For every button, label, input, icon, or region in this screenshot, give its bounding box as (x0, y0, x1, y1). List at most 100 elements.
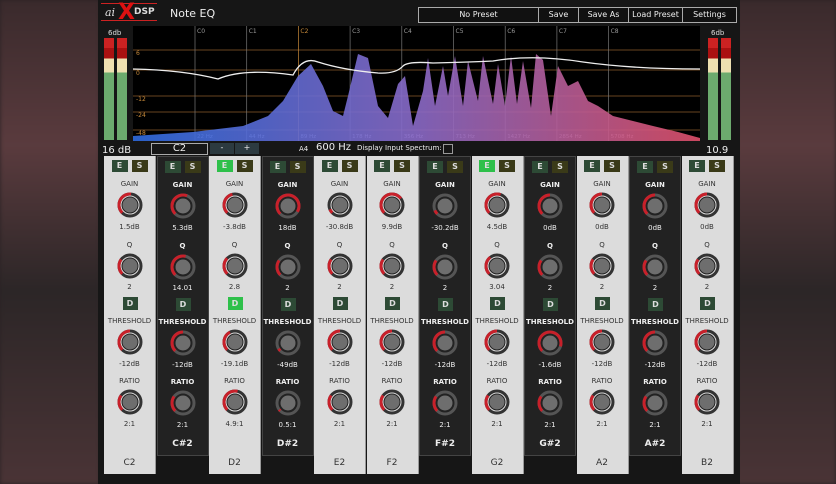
threshold-knob[interactable] (379, 329, 405, 355)
spectrum-display[interactable]: 60-12-24-48C022 HzC144 HzC289 HzC3178 Hz… (133, 26, 700, 141)
q-knob[interactable] (537, 254, 563, 280)
enable-button[interactable]: E (637, 161, 653, 173)
solo-button[interactable]: S (604, 160, 620, 172)
plugin-title: Note EQ (170, 7, 216, 20)
q-knob[interactable] (694, 253, 720, 279)
ratio-knob[interactable] (432, 390, 458, 416)
threshold-knob[interactable] (484, 329, 510, 355)
enable-button[interactable]: E (164, 161, 181, 173)
q-knob[interactable] (222, 253, 248, 279)
q-knob[interactable] (379, 253, 405, 279)
dynamic-button[interactable]: D (490, 297, 505, 310)
display-spectrum-checkbox[interactable] (443, 144, 453, 154)
enable-button[interactable]: E (374, 160, 390, 172)
enable-button[interactable]: E (689, 160, 705, 172)
dynamic-button[interactable]: D (700, 297, 715, 310)
enable-button[interactable]: E (427, 161, 443, 173)
q-knob[interactable] (484, 253, 510, 279)
dynamic-button[interactable]: D (122, 297, 138, 310)
ratio-knob[interactable] (484, 389, 510, 415)
preset-selector[interactable]: No Preset (419, 8, 539, 22)
enable-button[interactable]: E (584, 160, 600, 172)
reference-frequency[interactable]: 600 Hz (316, 142, 351, 153)
threshold-knob[interactable] (642, 330, 668, 356)
gain-knob[interactable] (379, 192, 405, 218)
q-knob[interactable] (275, 254, 301, 280)
dynamic-button[interactable]: D (595, 297, 610, 310)
solo-button[interactable]: S (709, 160, 725, 172)
q-knob[interactable] (642, 254, 668, 280)
q-value: 2 (389, 283, 395, 291)
solo-button[interactable]: S (499, 160, 515, 172)
q-knob[interactable] (432, 254, 458, 280)
threshold-knob[interactable] (537, 330, 563, 356)
threshold-knob[interactable] (589, 329, 615, 355)
ratio-knob[interactable] (589, 389, 615, 415)
solo-button[interactable]: S (184, 161, 201, 173)
threshold-knob[interactable] (694, 329, 720, 355)
q-knob[interactable] (117, 253, 143, 279)
ratio-knob[interactable] (170, 390, 196, 416)
threshold-knob[interactable] (327, 329, 353, 355)
dynamic-button[interactable]: D (648, 298, 663, 311)
threshold-knob[interactable] (222, 329, 248, 355)
gain-knob[interactable] (327, 192, 353, 218)
ratio-knob[interactable] (379, 389, 405, 415)
solo-button[interactable]: S (341, 160, 358, 172)
solo-button[interactable]: S (447, 161, 463, 173)
ratio-knob[interactable] (642, 390, 668, 416)
ratio-knob[interactable] (327, 389, 353, 415)
solo-button[interactable]: S (131, 160, 148, 172)
gain-knob[interactable] (537, 193, 563, 219)
dynamic-button[interactable]: D (280, 298, 296, 311)
threshold-knob[interactable] (117, 329, 143, 355)
gain-knob[interactable] (432, 193, 458, 219)
save-button[interactable]: Save (539, 8, 579, 22)
threshold-knob[interactable] (170, 330, 196, 356)
enable-button[interactable]: E (111, 160, 128, 172)
dynamic-button[interactable]: D (543, 298, 558, 311)
q-knob[interactable] (170, 254, 196, 280)
note-selector[interactable]: C2 (151, 143, 208, 155)
enable-button[interactable]: E (321, 160, 338, 172)
gain-knob[interactable] (589, 192, 615, 218)
gain-knob[interactable] (170, 193, 196, 219)
load-preset-button[interactable]: Load Preset (629, 8, 683, 22)
solo-button[interactable]: S (289, 161, 306, 173)
enable-button[interactable]: E (479, 160, 495, 172)
enable-button[interactable]: E (532, 161, 548, 173)
ratio-knob[interactable] (222, 389, 248, 415)
note-plus-button[interactable]: + (235, 143, 259, 154)
gain-knob[interactable] (117, 192, 143, 218)
dynamic-button[interactable]: D (227, 297, 243, 310)
dynamic-button[interactable]: D (175, 298, 191, 311)
gain-knob[interactable] (275, 193, 301, 219)
ratio-knob[interactable] (694, 389, 720, 415)
solo-button[interactable]: S (236, 160, 253, 172)
solo-button[interactable]: S (552, 161, 568, 173)
enable-button[interactable]: E (269, 161, 286, 173)
threshold-knob[interactable] (275, 330, 301, 356)
dynamic-button[interactable]: D (385, 297, 400, 310)
dynamic-button[interactable]: D (438, 298, 453, 311)
dynamic-button[interactable]: D (332, 297, 348, 310)
enable-button[interactable]: E (216, 160, 233, 172)
q-knob[interactable] (589, 253, 615, 279)
gain-knob[interactable] (222, 192, 248, 218)
solo-button[interactable]: S (394, 160, 410, 172)
q-knob[interactable] (327, 253, 353, 279)
right-meter-scale: 6db (711, 29, 725, 37)
threshold-knob[interactable] (432, 330, 458, 356)
note-minus-button[interactable]: - (210, 143, 234, 154)
save-as-button[interactable]: Save As (579, 8, 629, 22)
ratio-knob[interactable] (117, 389, 143, 415)
gain-knob[interactable] (642, 193, 668, 219)
gain-knob[interactable] (484, 192, 510, 218)
ratio-label: RATIO (433, 378, 457, 386)
settings-button[interactable]: Settings (683, 8, 736, 22)
ratio-knob[interactable] (275, 390, 301, 416)
gain-knob[interactable] (694, 192, 720, 218)
right-meter-l (708, 38, 718, 140)
ratio-knob[interactable] (537, 390, 563, 416)
solo-button[interactable]: S (657, 161, 673, 173)
